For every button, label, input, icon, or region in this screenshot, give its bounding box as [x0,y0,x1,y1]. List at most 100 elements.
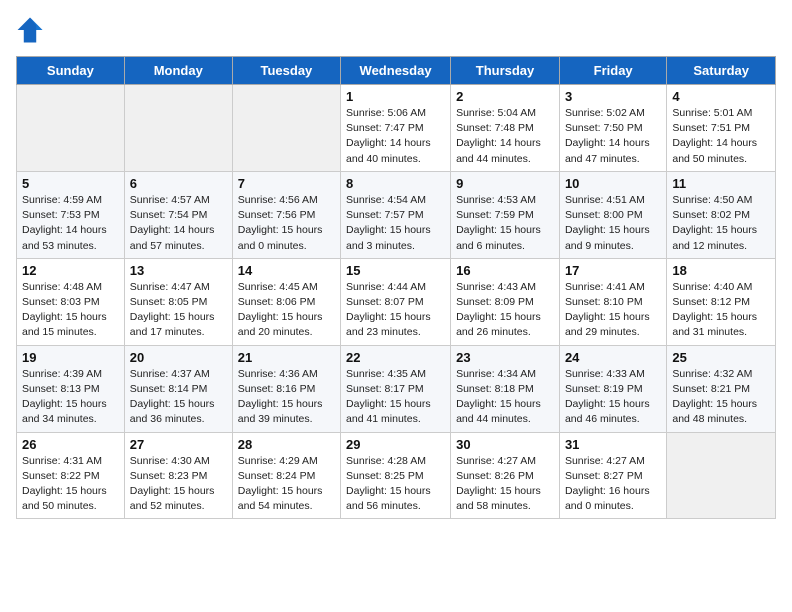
day-info: Sunrise: 4:59 AMSunset: 7:53 PMDaylight:… [22,193,119,254]
day-number: 10 [565,176,661,191]
calendar-day-cell [17,85,125,172]
calendar-day-cell: 10 Sunrise: 4:51 AMSunset: 8:00 PMDayligh… [559,171,666,258]
calendar-header-row: SundayMondayTuesdayWednesdayThursdayFrid… [17,57,776,85]
calendar-day-cell: 21 Sunrise: 4:36 AMSunset: 8:16 PMDayligh… [232,345,340,432]
day-info: Sunrise: 4:36 AMSunset: 8:16 PMDaylight:… [238,367,335,428]
day-number: 12 [22,263,119,278]
calendar-week-row: 12 Sunrise: 4:48 AMSunset: 8:03 PMDayligh… [17,258,776,345]
calendar-day-cell: 22 Sunrise: 4:35 AMSunset: 8:17 PMDayligh… [341,345,451,432]
logo [16,16,48,44]
calendar-day-cell: 31Sunrise: 4:27 AMSunset: 8:27 PMDayligh… [559,432,666,519]
day-number: 8 [346,176,445,191]
day-of-week-header: Wednesday [341,57,451,85]
day-number: 22 [346,350,445,365]
day-info: Sunrise: 4:31 AMSunset: 8:22 PMDaylight:… [22,454,119,515]
calendar-week-row: 26 Sunrise: 4:31 AMSunset: 8:22 PMDayligh… [17,432,776,519]
day-info: Sunrise: 4:39 AMSunset: 8:13 PMDaylight:… [22,367,119,428]
calendar-day-cell: 4 Sunrise: 5:01 AMSunset: 7:51 PMDaylight… [667,85,776,172]
calendar-day-cell: 24 Sunrise: 4:33 AMSunset: 8:19 PMDayligh… [559,345,666,432]
calendar-week-row: 5 Sunrise: 4:59 AMSunset: 7:53 PMDaylight… [17,171,776,258]
calendar-day-cell [232,85,340,172]
day-info: Sunrise: 4:29 AMSunset: 8:24 PMDaylight:… [238,454,335,515]
calendar-day-cell: 12 Sunrise: 4:48 AMSunset: 8:03 PMDayligh… [17,258,125,345]
day-number: 26 [22,437,119,452]
day-of-week-header: Monday [124,57,232,85]
day-info: Sunrise: 4:40 AMSunset: 8:12 PMDaylight:… [672,280,770,341]
calendar-day-cell: 3 Sunrise: 5:02 AMSunset: 7:50 PMDaylight… [559,85,666,172]
day-number: 4 [672,89,770,104]
day-info: Sunrise: 4:30 AMSunset: 8:23 PMDaylight:… [130,454,227,515]
day-number: 25 [672,350,770,365]
day-info: Sunrise: 4:33 AMSunset: 8:19 PMDaylight:… [565,367,661,428]
day-number: 6 [130,176,227,191]
day-info: Sunrise: 4:32 AMSunset: 8:21 PMDaylight:… [672,367,770,428]
day-info: Sunrise: 4:53 AMSunset: 7:59 PMDaylight:… [456,193,554,254]
day-number: 13 [130,263,227,278]
calendar-day-cell: 16 Sunrise: 4:43 AMSunset: 8:09 PMDayligh… [451,258,560,345]
calendar-day-cell: 25 Sunrise: 4:32 AMSunset: 8:21 PMDayligh… [667,345,776,432]
day-info: Sunrise: 4:57 AMSunset: 7:54 PMDaylight:… [130,193,227,254]
day-info: Sunrise: 5:02 AMSunset: 7:50 PMDaylight:… [565,106,661,167]
calendar-day-cell: 20Sunrise: 4:37 AMSunset: 8:14 PMDayligh… [124,345,232,432]
day-of-week-header: Thursday [451,57,560,85]
day-info: Sunrise: 4:44 AMSunset: 8:07 PMDaylight:… [346,280,445,341]
day-info: Sunrise: 4:56 AMSunset: 7:56 PMDaylight:… [238,193,335,254]
day-number: 30 [456,437,554,452]
day-number: 31 [565,437,661,452]
logo-icon [16,16,44,44]
page-header [16,16,776,44]
day-of-week-header: Saturday [667,57,776,85]
day-number: 14 [238,263,335,278]
calendar-day-cell [124,85,232,172]
day-number: 16 [456,263,554,278]
day-number: 18 [672,263,770,278]
calendar-day-cell: 8 Sunrise: 4:54 AMSunset: 7:57 PMDaylight… [341,171,451,258]
calendar-day-cell: 17 Sunrise: 4:41 AMSunset: 8:10 PMDayligh… [559,258,666,345]
day-info: Sunrise: 4:54 AMSunset: 7:57 PMDaylight:… [346,193,445,254]
calendar-day-cell: 19 Sunrise: 4:39 AMSunset: 8:13 PMDayligh… [17,345,125,432]
day-number: 3 [565,89,661,104]
day-number: 28 [238,437,335,452]
day-info: Sunrise: 5:06 AMSunset: 7:47 PMDaylight:… [346,106,445,167]
calendar-day-cell: 14 Sunrise: 4:45 AMSunset: 8:06 PMDayligh… [232,258,340,345]
day-number: 7 [238,176,335,191]
day-info: Sunrise: 4:47 AMSunset: 8:05 PMDaylight:… [130,280,227,341]
day-info: Sunrise: 4:50 AMSunset: 8:02 PMDaylight:… [672,193,770,254]
day-info: Sunrise: 5:01 AMSunset: 7:51 PMDaylight:… [672,106,770,167]
day-info: Sunrise: 4:45 AMSunset: 8:06 PMDaylight:… [238,280,335,341]
calendar-day-cell: 9 Sunrise: 4:53 AMSunset: 7:59 PMDaylight… [451,171,560,258]
calendar-day-cell: 29Sunrise: 4:28 AMSunset: 8:25 PMDayligh… [341,432,451,519]
calendar-day-cell: 13 Sunrise: 4:47 AMSunset: 8:05 PMDayligh… [124,258,232,345]
day-info: Sunrise: 4:43 AMSunset: 8:09 PMDaylight:… [456,280,554,341]
day-number: 11 [672,176,770,191]
day-of-week-header: Sunday [17,57,125,85]
day-info: Sunrise: 4:48 AMSunset: 8:03 PMDaylight:… [22,280,119,341]
day-info: Sunrise: 4:51 AMSunset: 8:00 PMDaylight:… [565,193,661,254]
calendar-day-cell: 7 Sunrise: 4:56 AMSunset: 7:56 PMDaylight… [232,171,340,258]
calendar-day-cell: 2Sunrise: 5:04 AMSunset: 7:48 PMDaylight… [451,85,560,172]
calendar-day-cell: 18 Sunrise: 4:40 AMSunset: 8:12 PMDayligh… [667,258,776,345]
calendar-day-cell: 30 Sunrise: 4:27 AMSunset: 8:26 PMDayligh… [451,432,560,519]
day-number: 5 [22,176,119,191]
calendar-day-cell: 15Sunrise: 4:44 AMSunset: 8:07 PMDayligh… [341,258,451,345]
day-of-week-header: Friday [559,57,666,85]
day-info: Sunrise: 4:34 AMSunset: 8:18 PMDaylight:… [456,367,554,428]
calendar-day-cell: 1Sunrise: 5:06 AMSunset: 7:47 PMDaylight… [341,85,451,172]
day-number: 21 [238,350,335,365]
day-number: 29 [346,437,445,452]
calendar-week-row: 19 Sunrise: 4:39 AMSunset: 8:13 PMDayligh… [17,345,776,432]
calendar-day-cell: 26 Sunrise: 4:31 AMSunset: 8:22 PMDayligh… [17,432,125,519]
day-number: 19 [22,350,119,365]
day-number: 17 [565,263,661,278]
day-number: 20 [130,350,227,365]
calendar-day-cell: 28 Sunrise: 4:29 AMSunset: 8:24 PMDayligh… [232,432,340,519]
day-number: 24 [565,350,661,365]
day-number: 9 [456,176,554,191]
day-info: Sunrise: 4:27 AMSunset: 8:26 PMDaylight:… [456,454,554,515]
day-info: Sunrise: 4:35 AMSunset: 8:17 PMDaylight:… [346,367,445,428]
day-info: Sunrise: 4:41 AMSunset: 8:10 PMDaylight:… [565,280,661,341]
day-number: 23 [456,350,554,365]
day-number: 2 [456,89,554,104]
calendar-day-cell: 5 Sunrise: 4:59 AMSunset: 7:53 PMDaylight… [17,171,125,258]
calendar-day-cell: 27Sunrise: 4:30 AMSunset: 8:23 PMDayligh… [124,432,232,519]
